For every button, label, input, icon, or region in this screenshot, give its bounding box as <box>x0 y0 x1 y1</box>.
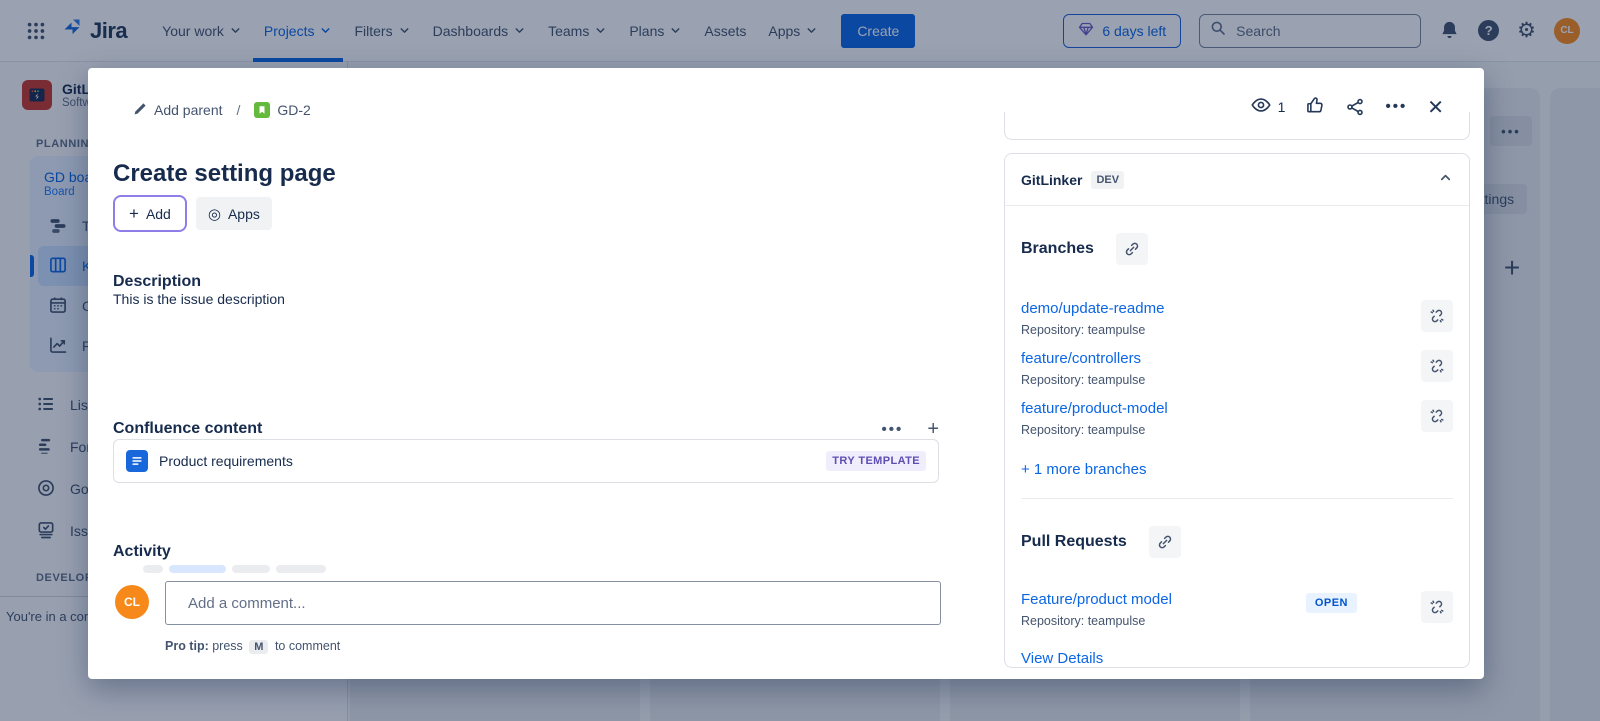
link-branch-icon[interactable] <box>1116 233 1148 265</box>
confluence-page-title: Product requirements <box>159 453 293 469</box>
pull-requests-heading: Pull Requests <box>1021 533 1127 551</box>
branch-row: feature/controllers Repository: teampuls… <box>1021 350 1453 387</box>
pr-status-badge: OPEN <box>1306 593 1357 613</box>
confluence-more-icon[interactable]: ••• <box>882 421 904 438</box>
branch-repo: Repository: teampulse <box>1021 423 1168 437</box>
plus-icon: + <box>129 204 139 224</box>
activity-filter-skeleton <box>143 565 326 573</box>
branch-row: demo/update-readme Repository: teampulse <box>1021 300 1453 337</box>
pull-request-link[interactable]: Feature/product model <box>1021 591 1172 608</box>
pull-request-row: Feature/product model Repository: teampu… <box>1021 591 1453 628</box>
branch-repo: Repository: teampulse <box>1021 373 1145 387</box>
panel-divider <box>1021 498 1453 499</box>
confluence-doc-icon <box>126 450 148 472</box>
branches-heading: Branches <box>1021 240 1094 258</box>
comment-box[interactable] <box>165 581 941 625</box>
unlink-branch-icon[interactable] <box>1421 350 1453 382</box>
add-button[interactable]: + Add <box>113 195 187 232</box>
details-panel-partial <box>1004 112 1470 140</box>
comment-protip: Pro tip: press M to comment <box>165 639 340 654</box>
comment-avatar: CL <box>115 585 149 619</box>
comment-input[interactable] <box>186 594 920 613</box>
gitlinker-panel: GitLinker DEV Branches demo/update-readm… <box>1004 153 1470 668</box>
branch-link[interactable]: feature/product-model <box>1021 400 1168 417</box>
branch-repo: Repository: teampulse <box>1021 323 1164 337</box>
view-details-link[interactable]: View Details <box>1021 650 1453 667</box>
add-parent-button[interactable]: Add parent <box>133 102 223 119</box>
confluence-page-card[interactable]: Product requirements TRY TEMPLATE <box>113 439 939 483</box>
confluence-add-icon[interactable]: + <box>927 419 939 439</box>
keyboard-key-m: M <box>249 640 268 654</box>
pull-request-repo: Repository: teampulse <box>1021 614 1172 628</box>
more-branches-link[interactable]: + 1 more branches <box>1021 461 1453 478</box>
description-heading: Description <box>113 273 201 291</box>
link-pr-icon[interactable] <box>1149 526 1181 558</box>
apps-button[interactable]: ◎ Apps <box>196 197 272 230</box>
breadcrumb-separator: / <box>237 102 241 118</box>
story-type-icon <box>254 102 270 118</box>
issue-title: Create setting page <box>113 160 336 188</box>
gitlinker-panel-header[interactable]: GitLinker DEV <box>1005 154 1469 206</box>
pencil-icon <box>133 102 147 119</box>
breadcrumb: Add parent / GD-2 <box>133 98 311 122</box>
apps-circle-icon: ◎ <box>208 205 221 223</box>
branch-row: feature/product-model Repository: teampu… <box>1021 400 1453 437</box>
unlink-branch-icon[interactable] <box>1421 300 1453 332</box>
description-body[interactable]: This is the issue description <box>113 291 285 307</box>
issue-key-link[interactable]: GD-2 <box>254 102 310 118</box>
issue-modal: Add parent / GD-2 1 ••• ✕ <box>88 68 1484 679</box>
branch-link[interactable]: demo/update-readme <box>1021 300 1164 317</box>
app-name: GitLinker <box>1021 172 1082 188</box>
app-root: Jira Your work Projects Filters Dashboar… <box>0 0 1600 721</box>
confluence-heading: Confluence content <box>113 420 262 438</box>
dev-badge: DEV <box>1091 171 1124 189</box>
branch-link[interactable]: feature/controllers <box>1021 350 1145 367</box>
collapse-chevron-up-icon[interactable] <box>1438 170 1453 190</box>
unlink-branch-icon[interactable] <box>1421 400 1453 432</box>
issue-toolbar: + Add ◎ Apps <box>113 195 272 232</box>
activity-heading: Activity <box>113 543 171 561</box>
unlink-pr-icon[interactable] <box>1421 591 1453 623</box>
try-template-badge[interactable]: TRY TEMPLATE <box>826 451 926 471</box>
